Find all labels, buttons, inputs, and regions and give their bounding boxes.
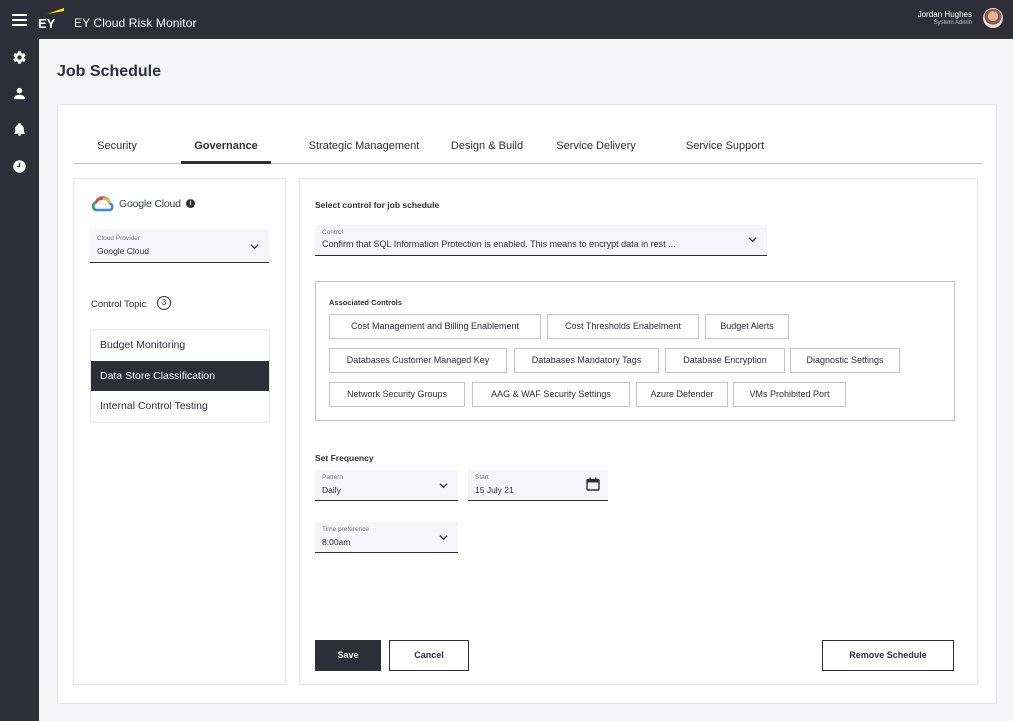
pattern-value: Daily	[322, 485, 341, 495]
side-nav	[0, 39, 39, 721]
save-button[interactable]: Save	[315, 640, 381, 671]
tab-security[interactable]: Security	[96, 131, 138, 164]
pattern-select[interactable]: Pattern Daily	[315, 470, 458, 501]
menu-icon[interactable]	[12, 14, 27, 26]
top-bar: EY EY Cloud Risk Monitor Jordan Hughes S…	[0, 0, 1013, 39]
associated-control-chip[interactable]: VMs Prohibited Port	[733, 382, 846, 407]
topic-item-budget-monitoring[interactable]: Budget Monitoring	[91, 330, 269, 361]
associated-controls-title: Associated Controls	[329, 298, 402, 307]
tab-strategic-management[interactable]: Strategic Management	[306, 131, 422, 164]
associated-control-chip[interactable]: Cost Thresholds Enabelment	[547, 314, 699, 339]
control-topic-count: 3	[157, 296, 171, 310]
topic-item-internal-control-testing[interactable]: Internal Control Testing	[91, 391, 269, 422]
associated-control-chip[interactable]: Azure Defender	[636, 382, 728, 407]
nav-schedule[interactable]	[0, 149, 39, 184]
google-cloud-icon	[92, 196, 114, 212]
main-card: Security Governance Strategic Management…	[57, 104, 997, 704]
ey-logo: EY	[38, 8, 64, 31]
tab-service-delivery[interactable]: Service Delivery	[554, 131, 638, 164]
associated-control-chip[interactable]: Diagnostic Settings	[790, 348, 900, 373]
topic-item-data-store-classification[interactable]: Data Store Classification	[91, 360, 269, 391]
svg-text:EY: EY	[38, 16, 56, 31]
control-topic-list: Budget Monitoring Data Store Classificat…	[90, 329, 270, 423]
provider-logo-text: Google Cloud	[119, 198, 181, 210]
control-select-value: Confirm that SQL Information Protection …	[322, 239, 676, 249]
nav-notifications[interactable]	[0, 112, 39, 147]
time-preference-select[interactable]: Time preference 8:00am	[315, 522, 458, 553]
chevron-down-icon	[748, 237, 757, 243]
associated-control-chip[interactable]: Database Encryption	[665, 348, 785, 373]
remove-schedule-button[interactable]: Remove Schedule	[822, 640, 954, 671]
user-info[interactable]: Jordan Hughes System Admin	[918, 10, 972, 27]
chevron-down-icon	[250, 244, 259, 250]
control-select[interactable]: Control Confirm that SQL Information Pro…	[315, 225, 767, 256]
clock-icon	[13, 160, 26, 173]
avatar[interactable]	[983, 8, 1003, 28]
tab-design-build[interactable]: Design & Build	[450, 131, 524, 164]
chevron-down-icon	[439, 535, 448, 541]
associated-control-chip[interactable]: Databases Customer Managed Key	[329, 348, 507, 373]
chevron-down-icon	[439, 483, 448, 489]
associated-control-chip[interactable]: Budget Alerts	[705, 314, 789, 339]
user-role: System Admin	[933, 20, 972, 26]
associated-controls-box: Associated Controls Cost Management and …	[315, 281, 955, 421]
cloud-provider-label: Cloud Provider	[97, 235, 140, 242]
cloud-provider-value: Google Cloud	[97, 246, 149, 256]
associated-control-chip[interactable]: Network Security Groups	[329, 382, 465, 407]
info-icon[interactable]: i	[186, 199, 195, 208]
app-title: EY Cloud Risk Monitor	[74, 16, 197, 30]
associated-control-chip[interactable]: Cost Management and Billing Enablement	[329, 314, 541, 339]
select-control-title: Select control for job schedule	[315, 200, 440, 210]
bell-icon	[13, 122, 26, 136]
associated-control-chip[interactable]: Databases Mandatory Tags	[514, 348, 659, 373]
pattern-label: Pattern	[322, 474, 343, 481]
right-panel: Select control for job schedule Control …	[299, 178, 978, 685]
associated-control-chip[interactable]: AAG & WAF Security Settings	[472, 382, 630, 407]
person-icon	[13, 87, 26, 100]
user-name: Jordan Hughes	[917, 10, 972, 19]
left-panel: Google Cloud i Cloud Provider Google Clo…	[73, 178, 286, 685]
cloud-provider-select[interactable]: Cloud Provider Google Cloud	[90, 229, 269, 263]
gear-icon	[13, 51, 26, 64]
time-preference-label: Time preference	[322, 526, 370, 533]
time-preference-value: 8:00am	[322, 537, 351, 547]
tab-bar: Security Governance Strategic Management…	[74, 131, 982, 164]
tab-governance[interactable]: Governance	[181, 131, 271, 164]
set-frequency-title: Set Frequency	[315, 453, 374, 463]
start-label: Start	[475, 474, 489, 481]
start-date-field[interactable]: Start 15 July 21	[468, 470, 608, 501]
start-value: 15 July 21	[475, 485, 514, 495]
control-topic-label: Control Topic	[91, 299, 147, 310]
page-title: Job Schedule	[57, 63, 162, 80]
control-select-label: Control	[322, 229, 343, 236]
nav-settings[interactable]	[0, 40, 39, 75]
cancel-button[interactable]: Cancel	[389, 640, 469, 671]
nav-users[interactable]	[0, 76, 39, 111]
tab-service-support[interactable]: Service Support	[683, 131, 767, 164]
calendar-icon[interactable]	[586, 477, 600, 491]
